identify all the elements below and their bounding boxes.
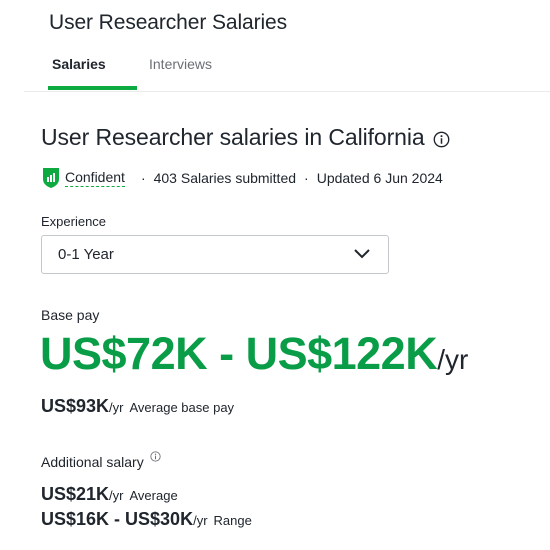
page-title-text: User Researcher salaries in California [41, 124, 425, 150]
separator-dot: · [304, 170, 309, 186]
tab-interviews[interactable]: Interviews [149, 56, 212, 72]
additional-range-value: US$16K - US$30K [41, 509, 194, 529]
shield-bars-icon [43, 168, 59, 188]
average-base-pay-label: Average base pay [129, 400, 235, 415]
additional-average-label: Average [129, 488, 178, 503]
experience-label: Experience [41, 214, 107, 229]
updated-date: Updated 6 Jun 2024 [316, 170, 443, 186]
active-tab-indicator [48, 86, 137, 90]
base-pay-range-value: US$72K - US$122K [40, 328, 438, 379]
confidence-label[interactable]: Confident [65, 169, 125, 187]
average-base-pay-unit: /yr [109, 400, 124, 415]
additional-average-unit: /yr [109, 488, 124, 503]
tab-bar: Salaries Interviews [24, 48, 550, 92]
info-icon[interactable] [433, 131, 450, 148]
tab-salaries[interactable]: Salaries [52, 56, 106, 72]
page-header-title: User Researcher Salaries [49, 11, 288, 34]
additional-range-unit: /yr [193, 513, 208, 528]
average-base-pay: US$93K /yr Average base pay [41, 396, 234, 417]
experience-dropdown[interactable]: 0-1 Year [41, 235, 389, 274]
page-title: User Researcher salaries in California [41, 124, 450, 151]
info-icon[interactable] [150, 451, 161, 462]
base-pay-label: Base pay [41, 307, 100, 323]
additional-average-value: US$21K [41, 484, 110, 504]
experience-selected-value: 0-1 Year [58, 246, 114, 263]
separator-dot: · [140, 170, 146, 186]
additional-range: US$16K - US$30K /yr Range [41, 509, 252, 530]
salary-meta: Confident · 403 Salaries submitted · Upd… [41, 165, 443, 191]
base-pay-range: US$72K - US$122K /yr [40, 328, 468, 380]
salary-page: User Researcher Salaries Salaries Interv… [0, 0, 550, 550]
additional-range-label: Range [213, 513, 252, 528]
chevron-down-icon [354, 249, 370, 259]
additional-salary-label: Additional salary [41, 454, 144, 470]
base-pay-range-unit: /yr [437, 344, 469, 375]
additional-average: US$21K /yr Average [41, 484, 178, 505]
average-base-pay-value: US$93K [41, 396, 110, 416]
salaries-submitted: 403 Salaries submitted [153, 170, 297, 186]
additional-salary-heading: Additional salary [41, 451, 161, 470]
